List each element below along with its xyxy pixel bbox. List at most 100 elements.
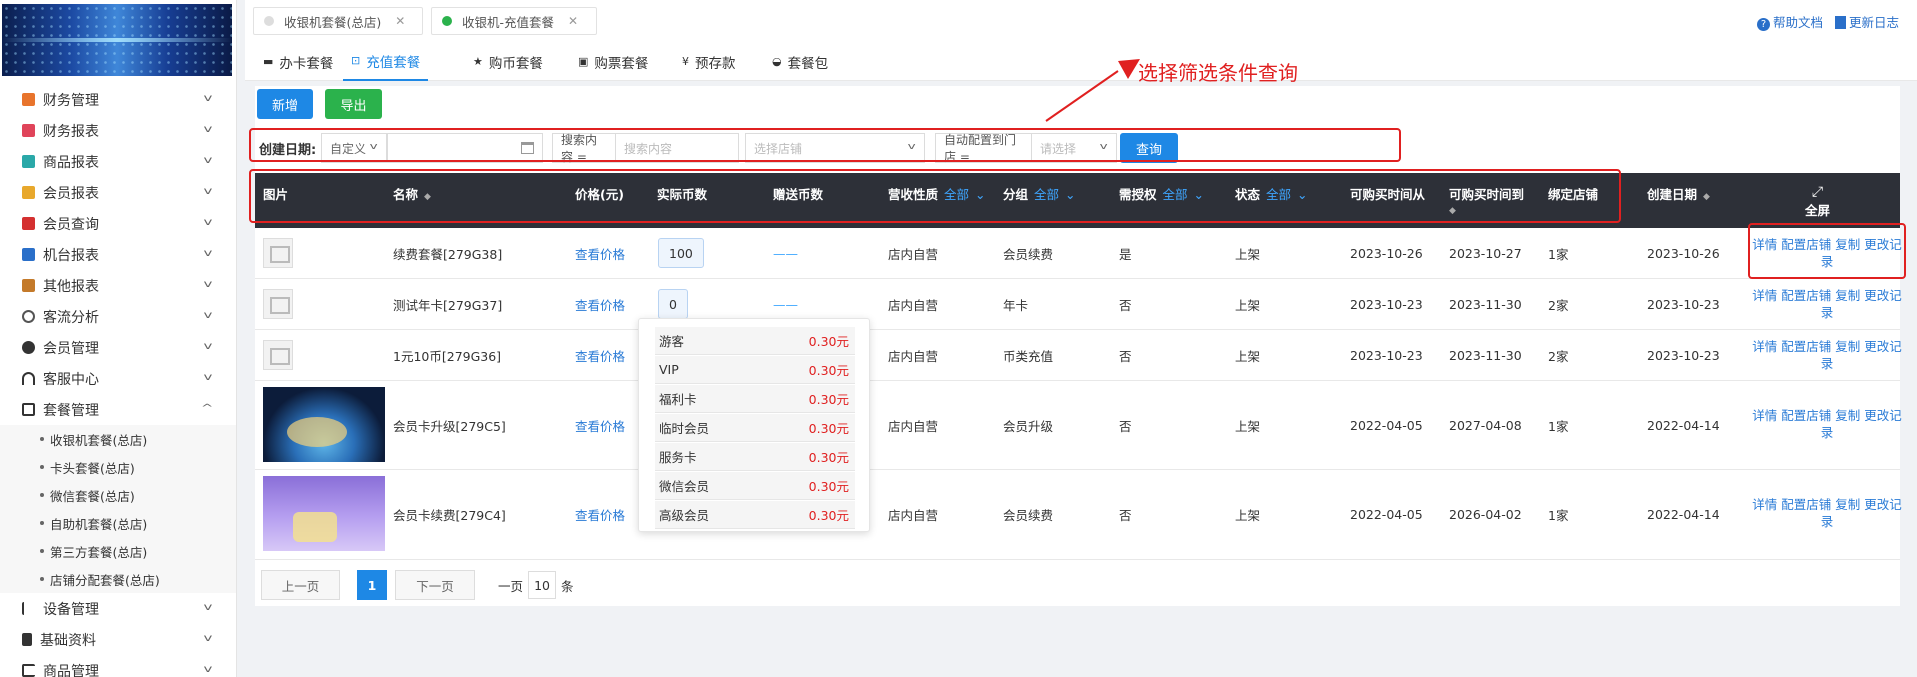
search-input[interactable]: 搜索内容 — [615, 133, 739, 163]
change-log-link[interactable]: 更改记录 — [1821, 497, 1902, 529]
sidebar-sub-store-alloc[interactable]: 店铺分配套餐(总店) — [0, 565, 236, 593]
detail-link[interactable]: 详情 — [1752, 497, 1777, 512]
auth-filter[interactable]: 全部 — [1163, 187, 1188, 202]
sidebar-item-finance-report[interactable]: 财务报表 v — [0, 115, 236, 146]
auto-config-label: 自动配置到门店 = — [935, 133, 1032, 164]
copy-link[interactable]: 复制 — [1835, 288, 1860, 303]
chevron-down-icon[interactable]: ⌄ — [1065, 187, 1075, 202]
chevron-down-icon[interactable]: ⌄ — [1297, 187, 1307, 202]
view-price-link[interactable]: 查看价格 — [575, 330, 625, 380]
auto-config-select[interactable]: 请选择 v — [1031, 133, 1117, 163]
config-store-link[interactable]: 配置店铺 — [1781, 339, 1831, 354]
sidebar-item-goods-report[interactable]: 商品报表 v — [0, 146, 236, 177]
config-store-link[interactable]: 配置店铺 — [1781, 237, 1831, 252]
close-icon[interactable]: ✕ — [568, 14, 578, 28]
export-button[interactable]: 导出 — [325, 89, 382, 119]
copy-link[interactable]: 复制 — [1835, 339, 1860, 354]
bullet-icon — [40, 577, 44, 581]
col-name[interactable]: 名称 ◆ — [393, 173, 431, 228]
sidebar-item-package[interactable]: 套餐管理 ^ — [0, 394, 236, 425]
close-icon[interactable]: ✕ — [395, 14, 405, 28]
config-store-link[interactable]: 配置店铺 — [1781, 497, 1831, 512]
sort-icon[interactable]: ◆ — [1703, 192, 1710, 202]
sidebar-item-device[interactable]: 设备管理 v — [0, 593, 236, 624]
view-price-link[interactable]: 查看价格 — [575, 279, 625, 329]
change-log-link[interactable]: 更改记录 — [1821, 339, 1902, 371]
detail-link[interactable]: 详情 — [1752, 408, 1777, 423]
tab-cashier-recharge[interactable]: 收银机-充值套餐 ✕ — [431, 7, 597, 35]
page-size-input[interactable]: 10 — [528, 571, 557, 599]
price-popover: 游客 0.30元 VIP 0.30元 福利卡 0.30元 临时会员 0.30元 服务卡 0… — [638, 318, 870, 532]
subtab-coin[interactable]: ★ 购币套餐 — [473, 42, 543, 81]
brand-logo — [2, 4, 232, 76]
changelog-link[interactable]: 更新日志 — [1834, 12, 1899, 31]
nature-filter[interactable]: 全部 — [944, 187, 969, 202]
col-to[interactable]: 可购买时间到 ◆ — [1449, 173, 1524, 228]
sidebar-item-traffic[interactable]: 客流分析 v — [0, 301, 236, 332]
price-row: VIP 0.30元 — [655, 356, 855, 384]
sort-icon[interactable]: ◆ — [424, 192, 431, 202]
sidebar-item-member-manage[interactable]: 会员管理 v — [0, 332, 236, 363]
change-log-link[interactable]: 更改记录 — [1821, 237, 1902, 269]
copy-link[interactable]: 复制 — [1835, 497, 1860, 512]
page-1-button[interactable]: 1 — [357, 570, 387, 600]
detail-link[interactable]: 详情 — [1752, 339, 1777, 354]
subtab-card[interactable]: ▬ 办卡套餐 — [263, 42, 333, 81]
prev-page-button[interactable]: 上一页 — [261, 570, 340, 600]
subtab-ticket[interactable]: ▣ 购票套餐 — [578, 42, 648, 81]
col-status: 状态 全部 ⌄ — [1235, 187, 1308, 202]
date-range-input[interactable] — [387, 133, 543, 163]
view-price-link[interactable]: 查看价格 — [575, 470, 625, 559]
subtab-recharge[interactable]: ⊡ 充值套餐 — [343, 42, 429, 81]
config-store-link[interactable]: 配置店铺 — [1781, 408, 1831, 423]
copy-link[interactable]: 复制 — [1835, 237, 1860, 252]
sidebar-item-basic[interactable]: 基础资料 v — [0, 624, 236, 655]
detail-link[interactable]: 详情 — [1752, 237, 1777, 252]
sidebar-sub-kiosk[interactable]: 自助机套餐(总店) — [0, 509, 236, 537]
chevron-down-icon: v — [203, 664, 213, 675]
sidebar-item-machine-report[interactable]: 机台报表 v — [0, 239, 236, 270]
sidebar-sub-cashier[interactable]: 收银机套餐(总店) — [0, 425, 236, 453]
store-select[interactable]: 选择店铺 v — [745, 133, 925, 163]
yen-icon: ¥ — [682, 55, 689, 68]
tab-cashier-package[interactable]: 收银机套餐(总店) ✕ — [253, 7, 423, 35]
copy-link[interactable]: 复制 — [1835, 408, 1860, 423]
table-header: 图片 名称 ◆ 价格(元) 实际币数 赠送币数 营收性质 全部 ⌄ 分组 全部 ⌄ 需授权… — [255, 173, 1900, 228]
chevron-down-icon: v — [203, 217, 213, 228]
change-log-link[interactable]: 更改记录 — [1821, 408, 1902, 440]
user-icon — [22, 341, 35, 354]
sidebar-sub-wechat[interactable]: 微信套餐(总店) — [0, 481, 236, 509]
sidebar-item-other-report[interactable]: 其他报表 v — [0, 270, 236, 301]
sidebar-item-member-report[interactable]: 会员报表 v — [0, 177, 236, 208]
config-store-link[interactable]: 配置店铺 — [1781, 288, 1831, 303]
chevron-down-icon[interactable]: ⌄ — [1194, 187, 1204, 202]
status-filter[interactable]: 全部 — [1266, 187, 1291, 202]
sort-icon[interactable]: ◆ — [1449, 206, 1524, 216]
headset-icon — [22, 372, 35, 385]
col-created[interactable]: 创建日期 ◆ — [1647, 173, 1710, 228]
change-log-link[interactable]: 更改记录 — [1821, 288, 1902, 320]
sidebar-item-finance[interactable]: 财务管理 v — [0, 84, 236, 115]
query-button[interactable]: 查询 — [1120, 133, 1178, 163]
subtab-deposit[interactable]: ¥ 预存款 — [682, 42, 736, 81]
help-doc-link[interactable]: ? 帮助文档 — [1756, 12, 1823, 31]
sidebar-item-service[interactable]: 客服中心 v — [0, 363, 236, 394]
sidebar-sub-thirdparty[interactable]: 第三方套餐(总店) — [0, 537, 236, 565]
sidebar-item-goods[interactable]: 商品管理 v — [0, 655, 236, 677]
add-button[interactable]: 新增 — [257, 89, 313, 119]
sidebar-sub-cardhead[interactable]: 卡头套餐(总店) — [0, 453, 236, 481]
next-page-button[interactable]: 下一页 — [395, 570, 475, 600]
group-filter[interactable]: 全部 — [1034, 187, 1059, 202]
detail-link[interactable]: 详情 — [1752, 288, 1777, 303]
chevron-down-icon: v — [203, 124, 213, 135]
fullscreen-button[interactable]: ⤢ 全屏 — [1805, 173, 1830, 228]
subtab-bundle[interactable]: ◒ 套餐包 — [772, 42, 828, 81]
col-coins: 实际币数 — [657, 187, 708, 202]
view-price-link[interactable]: 查看价格 — [575, 228, 625, 278]
chevron-down-icon[interactable]: ⌄ — [975, 187, 985, 202]
sidebar-item-member-query[interactable]: 会员查询 v — [0, 208, 236, 239]
date-mode-select[interactable]: 自定义 v — [321, 133, 387, 163]
view-price-link[interactable]: 查看价格 — [575, 381, 625, 469]
row-actions: 详情 配置店铺 复制 更改记录 — [1752, 496, 1902, 530]
row-actions: 详情 配置店铺 复制 更改记录 — [1752, 407, 1902, 441]
